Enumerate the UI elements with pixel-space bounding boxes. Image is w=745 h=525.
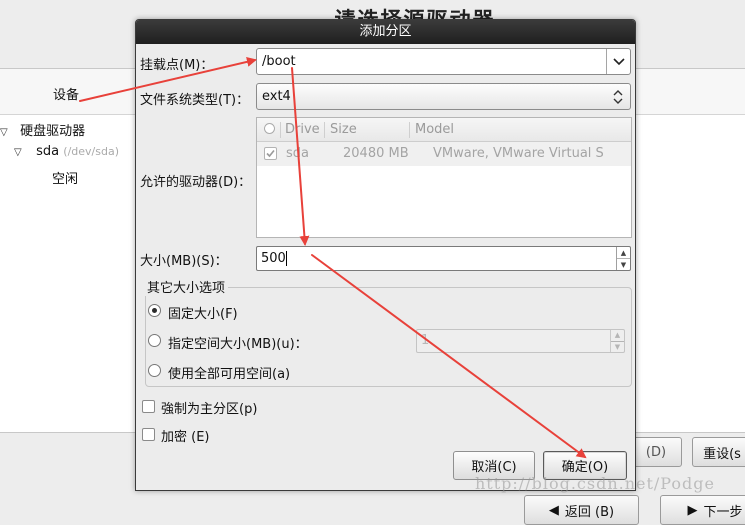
collapse-triangle-icon[interactable]: ▽	[14, 147, 26, 158]
fs-type-select[interactable]: ext4	[256, 83, 631, 110]
mount-point-label: 挂载点(M)：	[140, 58, 214, 73]
delete-button[interactable]: (D)	[630, 437, 682, 467]
column-drive[interactable]: Drive	[285, 122, 320, 137]
encrypt-label[interactable]: 加密 (E)	[161, 426, 210, 445]
fixed-size-label[interactable]: 固定大小(F)	[168, 303, 238, 322]
spin-up-icon: ▲	[614, 331, 621, 340]
fs-type-label: 文件系统类型(T)：	[140, 93, 250, 108]
updown-arrows-icon[interactable]	[606, 84, 630, 109]
fill-all-label[interactable]: 使用全部可用空间(a)	[168, 363, 290, 382]
dialog-title: 添加分区	[136, 20, 635, 44]
other-size-options-legend: 其它大小选项	[144, 277, 229, 296]
text-caret	[286, 251, 287, 266]
allowed-drives-label: 允许的驱动器(D)：	[140, 175, 252, 190]
column-separator	[409, 122, 410, 138]
delete-button-label: (D)	[645, 444, 667, 460]
size-label: 大小(MB)(S)：	[140, 254, 228, 269]
size-value: 500	[261, 251, 286, 266]
spin-down-icon: ▼	[611, 340, 624, 353]
tree-label-sda-path: (/dev/sda)	[63, 145, 119, 158]
size-spin-buttons[interactable]: ▲ ▼	[616, 247, 630, 270]
fill-up-to-radio[interactable]	[148, 334, 161, 347]
fill-up-to-spinbox: 1 ▲ ▼	[416, 329, 625, 353]
column-model[interactable]: Model	[415, 122, 454, 137]
reset-button-label: 重设(s	[703, 446, 741, 462]
force-primary-checkbox[interactable]	[142, 400, 155, 413]
tree-label-hard-drives: 硬盘驱动器	[20, 124, 86, 139]
cancel-button-label: 取消(C)	[471, 460, 517, 475]
fill-up-to-value: 1	[421, 333, 430, 348]
back-button[interactable]: ◀ 返回 (B)	[524, 495, 639, 525]
chevron-down-icon[interactable]	[606, 49, 630, 74]
mount-point-value: /boot	[262, 54, 296, 69]
encrypt-checkbox[interactable]	[142, 428, 155, 441]
model-cell: VMware, VMware Virtual S	[433, 146, 604, 161]
column-device: 设备	[53, 88, 80, 103]
next-button[interactable]: ▶ 下一步	[660, 495, 745, 525]
drive-checkbox[interactable]	[264, 147, 277, 160]
collapse-triangle-icon[interactable]: ▽	[0, 127, 12, 138]
spin-down-icon[interactable]: ▼	[617, 258, 630, 270]
table-row[interactable]: sda 20480 MB VMware, VMware Virtual S	[257, 142, 631, 166]
back-button-label: 返回 (B)	[564, 504, 615, 520]
select-all-radio-icon	[264, 123, 275, 134]
fill-up-to-spin-buttons: ▲ ▼	[610, 330, 624, 352]
fixed-size-radio[interactable]	[148, 304, 161, 317]
column-size[interactable]: Size	[330, 122, 357, 137]
ok-button-label: 确定(O)	[561, 460, 609, 475]
reset-button[interactable]: 重设(s	[692, 437, 745, 467]
column-separator	[280, 122, 281, 138]
size-spinbox[interactable]: 500 ▲ ▼	[256, 246, 631, 271]
tree-item-hard-drives[interactable]: ▽ 硬盘驱动器	[0, 120, 85, 139]
tree-label-sda: sda	[36, 144, 60, 159]
next-arrow-icon: ▶	[687, 502, 698, 518]
mount-point-combo[interactable]: /boot	[256, 48, 631, 75]
spin-up-icon[interactable]: ▲	[617, 247, 630, 258]
fs-type-value: ext4	[262, 89, 291, 104]
tree-item-free[interactable]: 空闲	[52, 168, 78, 187]
column-separator	[324, 122, 325, 138]
watermark-text: http://blog.csdn.net/Podge	[475, 474, 715, 493]
next-button-label: 下一步	[703, 504, 743, 520]
fill-up-to-label[interactable]: 指定空间大小(MB)(u)：	[168, 333, 308, 352]
drives-table-header: Drive Size Model	[257, 118, 631, 142]
size-cell: 20480 MB	[343, 146, 409, 161]
add-partition-dialog: 添加分区 挂载点(M)： /boot 文件系统类型(T)： ext4 允许的驱动…	[135, 19, 636, 491]
tree-label-free: 空闲	[52, 172, 79, 187]
back-arrow-icon: ◀	[548, 502, 559, 518]
force-primary-label[interactable]: 強制为主分区(p)	[161, 398, 257, 417]
allowed-drives-table: Drive Size Model sda 20480 MB VMware, VM…	[256, 117, 632, 238]
drive-cell: sda	[286, 146, 309, 161]
fill-all-radio[interactable]	[148, 364, 161, 377]
tree-item-sda[interactable]: ▽ sda (/dev/sda)	[14, 144, 119, 159]
